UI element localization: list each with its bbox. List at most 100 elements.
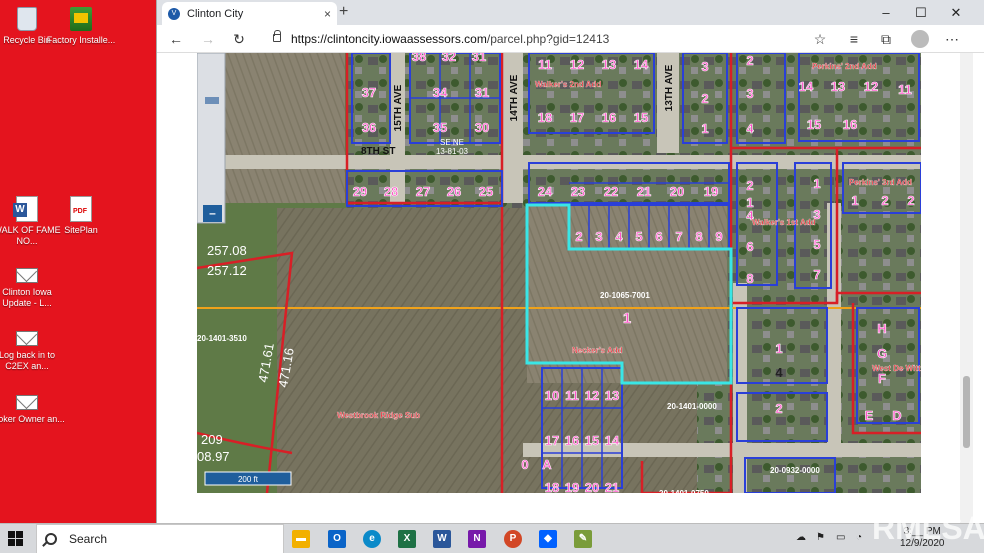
desktop-icon-siteplan[interactable]: SitePlan xyxy=(42,196,120,236)
lot-number: F xyxy=(878,371,886,386)
street-label-14th-ave: 14TH AVE xyxy=(509,74,520,121)
page-scrollbar-thumb[interactable] xyxy=(963,376,970,448)
mail-icon xyxy=(16,394,38,410)
parcel-map[interactable]: – 38 32 31 37 34 31 36 35 30 11 12 13 14… xyxy=(197,53,921,493)
desktop-icon-clinton-iowa-update[interactable]: Clinton Iowa Update - L... xyxy=(0,258,66,309)
lot-number: 12 xyxy=(864,79,878,94)
more-menu-icon[interactable]: ⋯ xyxy=(943,30,961,48)
lot-number: 34 xyxy=(433,85,448,100)
lot-number: 25 xyxy=(479,184,493,199)
road-far-east xyxy=(827,203,841,443)
recycle-bin-icon xyxy=(17,7,37,31)
lot-number: 8 xyxy=(695,229,702,244)
lot-number: 2 xyxy=(746,53,753,68)
lot-number: E xyxy=(865,408,874,423)
subdivision-label: Westbrook Ridge Sub xyxy=(337,411,420,420)
back-arrow-icon[interactable]: ← xyxy=(167,30,185,48)
section-label: SE NE xyxy=(440,138,464,147)
lot-number: 23 xyxy=(571,184,585,199)
lot-number: 36 xyxy=(362,120,376,135)
lot-number: 21 xyxy=(605,480,619,493)
parcel-id-label: 20-1065-7001 xyxy=(600,291,650,300)
desktop-icon-factory-installer[interactable]: Factory Installe... xyxy=(42,6,120,46)
lot-number: 10 xyxy=(545,388,559,403)
file-explorer-icon[interactable]: ▬ xyxy=(292,530,310,548)
favorite-star-icon[interactable]: ☆ xyxy=(811,30,829,48)
maximize-button[interactable]: ☐ xyxy=(904,0,938,25)
favorites-list-icon[interactable]: ≡ xyxy=(845,30,863,48)
parcel-id-label: 20-1401-0000 xyxy=(667,402,717,411)
section-labels: SE NE 13-81-03 xyxy=(436,138,469,156)
lot-number: A xyxy=(542,457,552,472)
powerpoint-icon[interactable]: P xyxy=(504,530,522,548)
windows-start-icon[interactable] xyxy=(8,531,24,547)
lot-number: 4 xyxy=(746,121,754,136)
word-icon[interactable]: W xyxy=(433,530,451,548)
measurement-label: 257.12 xyxy=(207,263,247,278)
page-scrollbar[interactable] xyxy=(960,53,973,523)
scale-bar-label: 200 ft xyxy=(238,475,259,484)
lot-number: 18 xyxy=(538,110,552,125)
lot-number: 1 xyxy=(775,341,782,356)
tab-bar: V Clinton City × + – ☐ ✕ xyxy=(157,0,984,25)
subject-lot-number: 1 xyxy=(623,310,631,327)
address-bar[interactable]: https://clintoncity.iowaassessors.com/pa… xyxy=(291,32,609,46)
desktop-icon-broker-owner[interactable]: Broker Owner an... xyxy=(0,385,66,425)
close-window-button[interactable]: ✕ xyxy=(939,0,973,25)
lot-number: 6 xyxy=(746,239,753,254)
lot-number: 2 xyxy=(701,91,708,106)
lot-number: 11 xyxy=(565,388,579,403)
zoom-slider[interactable] xyxy=(197,53,226,224)
subdivision-label: West De Witt xyxy=(872,364,921,373)
lot-number: 37 xyxy=(362,85,376,100)
outlook-icon[interactable]: O xyxy=(328,530,346,548)
new-tab-button[interactable]: + xyxy=(339,3,348,21)
lot-number: 35 xyxy=(433,120,447,135)
battery-icon[interactable]: ▭ xyxy=(836,532,845,543)
lot-number: D xyxy=(892,408,901,423)
pdf-document-icon xyxy=(70,196,92,222)
lot-number: 14 xyxy=(634,57,649,72)
taskbar-search[interactable]: Search xyxy=(36,524,284,553)
notification-icon[interactable]: ⚑ xyxy=(816,532,825,543)
street-label-13th-ave: 13TH AVE xyxy=(664,64,675,111)
parcel-id-label: 20-1401-0750 xyxy=(659,489,709,493)
lot-number: 13 xyxy=(605,388,619,403)
lot-number: 15 xyxy=(585,433,599,448)
url-path: /parcel.php?gid=12413 xyxy=(486,32,610,46)
lot-number: 1 xyxy=(701,121,708,136)
lot-number: 31 xyxy=(472,53,486,64)
dropbox-icon[interactable]: ◆ xyxy=(539,530,557,548)
profile-avatar[interactable] xyxy=(911,30,929,48)
parcel-id-label: 20-0932-0000 xyxy=(770,466,820,475)
lot-number: 11 xyxy=(898,82,912,97)
tab-clinton-city[interactable]: V Clinton City × xyxy=(162,2,337,25)
lot-number: 17 xyxy=(545,433,559,448)
lot-number: 3 xyxy=(701,59,708,74)
zoom-slider-thumb[interactable] xyxy=(205,97,219,104)
lot-number: 24 xyxy=(538,184,553,199)
street-label-8th-st: 8TH ST xyxy=(361,146,395,157)
collections-icon[interactable]: ⧉ xyxy=(877,30,895,48)
subdivision-label: Perkins' 3rd Add xyxy=(849,178,912,187)
lot-number: 3 xyxy=(595,229,602,244)
pencil-app-icon[interactable]: ✎ xyxy=(574,530,592,548)
minimize-button[interactable]: – xyxy=(869,0,903,25)
edge-icon[interactable]: e xyxy=(363,530,381,548)
network-icon[interactable]: ☁ xyxy=(796,532,806,543)
lot-number: 13 xyxy=(602,57,616,72)
browser-window: V Clinton City × + – ☐ ✕ ← → ↻ https://c… xyxy=(157,0,984,523)
refresh-icon[interactable]: ↻ xyxy=(230,30,248,48)
tab-close-icon[interactable]: × xyxy=(324,7,331,21)
forward-arrow-icon[interactable]: → xyxy=(199,30,217,48)
lot-number: 19 xyxy=(565,480,579,493)
wifi-icon[interactable]: ◔ xyxy=(856,532,862,543)
measurement-label: 257.08 xyxy=(207,243,247,258)
onenote-icon[interactable]: N xyxy=(468,530,486,548)
desktop-icon-log-back-in[interactable]: Log back in to C2EX an... xyxy=(0,321,66,372)
lot-number: 32 xyxy=(442,53,456,64)
excel-icon[interactable]: X xyxy=(398,530,416,548)
lot-number: 16 xyxy=(843,117,857,132)
lot-number: 9 xyxy=(715,229,722,244)
lot-number: 7 xyxy=(675,229,682,244)
